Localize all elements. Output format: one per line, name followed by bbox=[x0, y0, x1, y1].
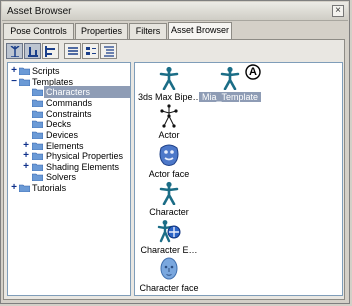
window-title: Asset Browser bbox=[7, 6, 72, 17]
asset-gallery[interactable]: 3ds Max Bipe… Mia_Template Actor Actor f… bbox=[134, 62, 343, 296]
character-figure-icon bbox=[220, 66, 240, 90]
expand-icon[interactable]: + bbox=[10, 66, 18, 76]
list-view-icon bbox=[68, 47, 78, 55]
folder-icon bbox=[32, 152, 43, 160]
asset-item-actor-face[interactable]: Actor face bbox=[138, 143, 200, 181]
detail-view-button[interactable] bbox=[100, 43, 117, 59]
tree-view-icon bbox=[10, 46, 20, 57]
asset-item-character[interactable]: Character bbox=[138, 181, 200, 219]
expand-icon[interactable]: + bbox=[22, 141, 30, 151]
asset-item-character-extension[interactable]: Character E… bbox=[138, 219, 200, 257]
thumbnail-view-icon bbox=[86, 47, 96, 55]
asset-item-actor[interactable]: Actor bbox=[138, 104, 200, 142]
horizontal-split-button[interactable] bbox=[42, 43, 59, 59]
character-extension-icon bbox=[157, 220, 181, 243]
folder-tree[interactable]: + Scripts − Templates Characters Command… bbox=[7, 62, 131, 296]
tab-asset-browser[interactable]: Asset Browser bbox=[168, 22, 232, 40]
folder-icon bbox=[32, 99, 43, 107]
title-bar[interactable]: Asset Browser × bbox=[2, 2, 348, 21]
list-view-button[interactable] bbox=[64, 43, 81, 59]
folder-icon bbox=[32, 131, 43, 139]
thumbnail-view-button[interactable] bbox=[82, 43, 99, 59]
folder-icon bbox=[32, 163, 43, 171]
asset-item-3ds-max-biped[interactable]: 3ds Max Bipe… bbox=[138, 66, 200, 104]
split-view-button[interactable] bbox=[24, 43, 41, 59]
tab-filters[interactable]: Filters bbox=[129, 23, 167, 39]
folder-icon bbox=[32, 173, 43, 181]
folder-icon bbox=[32, 110, 43, 118]
close-button[interactable]: × bbox=[332, 5, 344, 17]
character-face-icon bbox=[160, 257, 178, 280]
split-view-icon bbox=[28, 47, 38, 57]
expand-icon[interactable]: + bbox=[10, 183, 18, 193]
tab-properties[interactable]: Properties bbox=[75, 23, 128, 39]
expand-icon[interactable]: + bbox=[22, 162, 30, 172]
callout-letter: A bbox=[249, 66, 257, 78]
folder-icon bbox=[19, 184, 30, 192]
collapse-icon[interactable]: − bbox=[10, 77, 18, 87]
folder-icon bbox=[32, 120, 43, 128]
folder-icon bbox=[19, 67, 30, 75]
callout-badge: A bbox=[245, 64, 261, 80]
actor-face-icon bbox=[159, 144, 179, 166]
tree-view-button[interactable] bbox=[6, 43, 23, 59]
character-figure-icon bbox=[159, 66, 179, 90]
tab-pose-controls[interactable]: Pose Controls bbox=[3, 23, 74, 39]
asset-item-character-face[interactable]: Character face bbox=[138, 257, 200, 295]
folder-icon bbox=[32, 88, 43, 96]
actor-skeleton-icon bbox=[160, 104, 178, 128]
character-figure-icon bbox=[159, 181, 179, 205]
expand-icon[interactable]: + bbox=[22, 151, 30, 161]
folder-icon bbox=[19, 78, 30, 86]
close-icon: × bbox=[335, 5, 341, 16]
horizontal-split-icon bbox=[45, 46, 55, 57]
detail-view-icon bbox=[104, 46, 114, 57]
folder-icon bbox=[32, 142, 43, 150]
